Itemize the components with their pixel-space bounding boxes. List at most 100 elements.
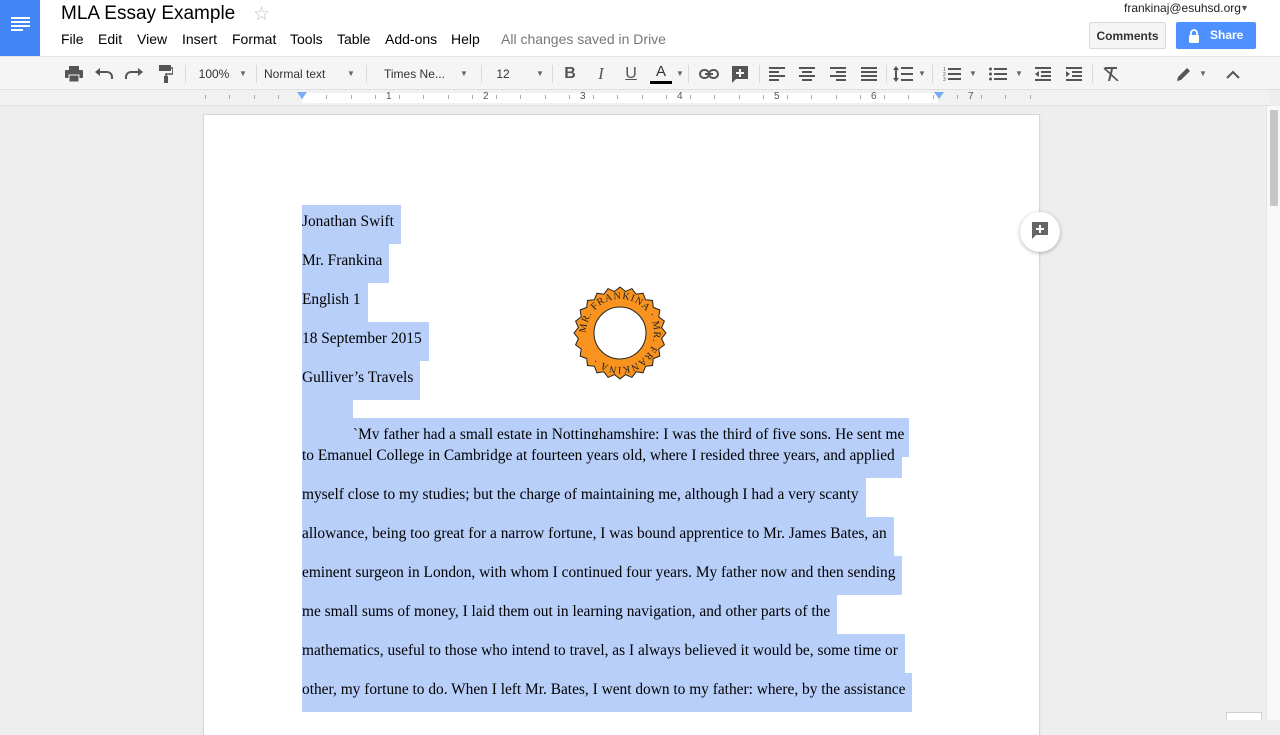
menu-edit[interactable]: Edit bbox=[98, 31, 122, 47]
chevron-down-icon[interactable]: ▼ bbox=[1015, 69, 1023, 78]
zoom-select[interactable]: 100% bbox=[192, 63, 236, 85]
heading-course[interactable]: English 1 bbox=[302, 283, 368, 322]
ruler-tick bbox=[472, 95, 473, 99]
ruler-tick bbox=[642, 95, 643, 99]
numbered-list-icon[interactable]: 123 bbox=[940, 63, 964, 85]
ruler-tick bbox=[254, 95, 255, 99]
heading-instructor[interactable]: Mr. Frankina bbox=[302, 244, 390, 283]
comments-button[interactable]: Comments bbox=[1089, 22, 1166, 49]
collapse-toolbar-icon[interactable] bbox=[1221, 63, 1245, 85]
menu-format[interactable]: Format bbox=[232, 31, 276, 47]
underline-icon[interactable]: U bbox=[619, 63, 643, 85]
chevron-down-icon[interactable]: ▼ bbox=[460, 69, 468, 78]
body-line[interactable]: mathematics, useful to those who intend … bbox=[302, 634, 905, 673]
zoom-value: 100% bbox=[198, 67, 230, 81]
font-select[interactable]: Times Ne... bbox=[377, 63, 464, 85]
menu-tools[interactable]: Tools bbox=[290, 31, 323, 47]
star-icon[interactable]: ☆ bbox=[253, 3, 270, 26]
vertical-scrollbar[interactable] bbox=[1266, 106, 1280, 720]
toolbar-separator bbox=[185, 65, 186, 83]
left-indent-marker[interactable] bbox=[297, 92, 307, 99]
clear-formatting-icon[interactable] bbox=[1099, 63, 1123, 85]
insert-comment-icon[interactable] bbox=[728, 63, 752, 85]
menu-table[interactable]: Table bbox=[337, 31, 370, 47]
increase-indent-icon[interactable] bbox=[1062, 63, 1086, 85]
ruler-tick bbox=[593, 95, 594, 99]
toolbar-separator bbox=[256, 65, 257, 83]
ruler-tick bbox=[520, 95, 521, 99]
ruler-tick bbox=[739, 95, 740, 99]
ruler-tick bbox=[399, 95, 400, 99]
align-center-icon[interactable] bbox=[795, 63, 819, 85]
docs-home-icon[interactable] bbox=[0, 0, 40, 56]
heading-author[interactable]: Jonathan Swift bbox=[302, 205, 401, 244]
undo-icon[interactable] bbox=[92, 63, 116, 85]
right-indent-marker[interactable] bbox=[934, 92, 944, 99]
line-text: 18 September 2015 bbox=[302, 322, 429, 361]
essay-title[interactable]: Gulliver’s Travels bbox=[302, 361, 421, 400]
redo-icon[interactable] bbox=[122, 63, 146, 85]
align-left-icon[interactable] bbox=[765, 63, 789, 85]
body-line[interactable]: myself close to my studies; but the char… bbox=[302, 478, 866, 517]
ruler-number: 5 bbox=[774, 91, 780, 102]
share-button[interactable]: Share bbox=[1176, 22, 1256, 49]
editing-mode-icon[interactable] bbox=[1172, 63, 1196, 85]
chevron-down-icon[interactable]: ▼ bbox=[969, 69, 977, 78]
frankina-stamp-image[interactable]: MR. FRANKINA · MR. FRANKINA · bbox=[572, 285, 668, 381]
ruler-number: 4 bbox=[677, 91, 683, 102]
body-line[interactable]: allowance, being too great for a narrow … bbox=[302, 517, 894, 556]
link-icon[interactable] bbox=[697, 63, 721, 85]
body-line[interactable]: `My father had a small estate in Notting… bbox=[302, 400, 910, 457]
toolbar-separator bbox=[552, 65, 553, 83]
chevron-down-icon[interactable]: ▼ bbox=[239, 69, 247, 78]
chevron-down-icon[interactable]: ▼ bbox=[918, 69, 926, 78]
chevron-down-icon[interactable]: ▼ bbox=[1240, 3, 1249, 13]
chevron-down-icon[interactable]: ▼ bbox=[536, 69, 544, 78]
line-text: English 1 bbox=[302, 283, 368, 322]
italic-icon[interactable]: I bbox=[589, 63, 613, 85]
ruler-tick bbox=[545, 95, 546, 99]
heading-date[interactable]: 18 September 2015 bbox=[302, 322, 429, 361]
menu-file[interactable]: File bbox=[61, 31, 84, 47]
menu-help[interactable]: Help bbox=[451, 31, 480, 47]
body-line[interactable]: other, my fortune to do. When I left Mr.… bbox=[302, 673, 913, 712]
explore-button[interactable] bbox=[1226, 712, 1262, 720]
line-text: Mr. Frankina bbox=[302, 244, 390, 283]
chevron-down-icon[interactable]: ▼ bbox=[676, 69, 684, 78]
ruler-number: 6 bbox=[871, 91, 877, 102]
ruler-tick bbox=[229, 95, 230, 99]
line-text: other, my fortune to do. When I left Mr.… bbox=[302, 673, 913, 712]
body-line[interactable]: eminent surgeon in London, with whom I c… bbox=[302, 556, 903, 595]
justify-icon[interactable] bbox=[857, 63, 881, 85]
font-value: Times Ne... bbox=[384, 67, 445, 81]
menu-add-ons[interactable]: Add-ons bbox=[385, 31, 437, 47]
save-status[interactable]: All changes saved in Drive bbox=[501, 31, 666, 47]
add-comment-button[interactable] bbox=[1020, 212, 1060, 252]
print-icon[interactable] bbox=[62, 63, 86, 85]
toolbar-separator bbox=[1092, 65, 1093, 83]
scrollbar-thumb[interactable] bbox=[1270, 110, 1278, 206]
ruler-tick bbox=[957, 95, 958, 99]
body-line[interactable]: me small sums of money, I laid them out … bbox=[302, 595, 838, 634]
body-line[interactable]: to Emanuel College in Cambridge at fourt… bbox=[302, 439, 902, 478]
horizontal-ruler[interactable]: 1 2 3 4 5 6 7 bbox=[0, 90, 1270, 106]
menu-insert[interactable]: Insert bbox=[182, 31, 217, 47]
style-select[interactable]: Normal text bbox=[264, 63, 344, 85]
ruler-tick bbox=[860, 95, 861, 99]
ruler-tick bbox=[884, 95, 885, 99]
decrease-indent-icon[interactable] bbox=[1031, 63, 1055, 85]
chevron-down-icon[interactable]: ▼ bbox=[1199, 69, 1207, 78]
bulleted-list-icon[interactable] bbox=[986, 63, 1010, 85]
ruler-tick bbox=[981, 95, 982, 99]
account-email[interactable]: frankinaj@esuhsd.org bbox=[1124, 1, 1241, 15]
menu-view[interactable]: View bbox=[137, 31, 167, 47]
chevron-down-icon[interactable]: ▼ bbox=[347, 69, 355, 78]
align-right-icon[interactable] bbox=[826, 63, 850, 85]
bold-icon[interactable]: B bbox=[558, 63, 582, 85]
text-color-icon[interactable]: A bbox=[649, 63, 673, 85]
paint-format-icon[interactable] bbox=[154, 63, 178, 85]
line-text: to Emanuel College in Cambridge at fourt… bbox=[302, 439, 902, 478]
document-title[interactable]: MLA Essay Example bbox=[61, 3, 235, 25]
line-spacing-icon[interactable] bbox=[892, 63, 914, 85]
font-size-input[interactable]: 12 bbox=[490, 63, 516, 85]
